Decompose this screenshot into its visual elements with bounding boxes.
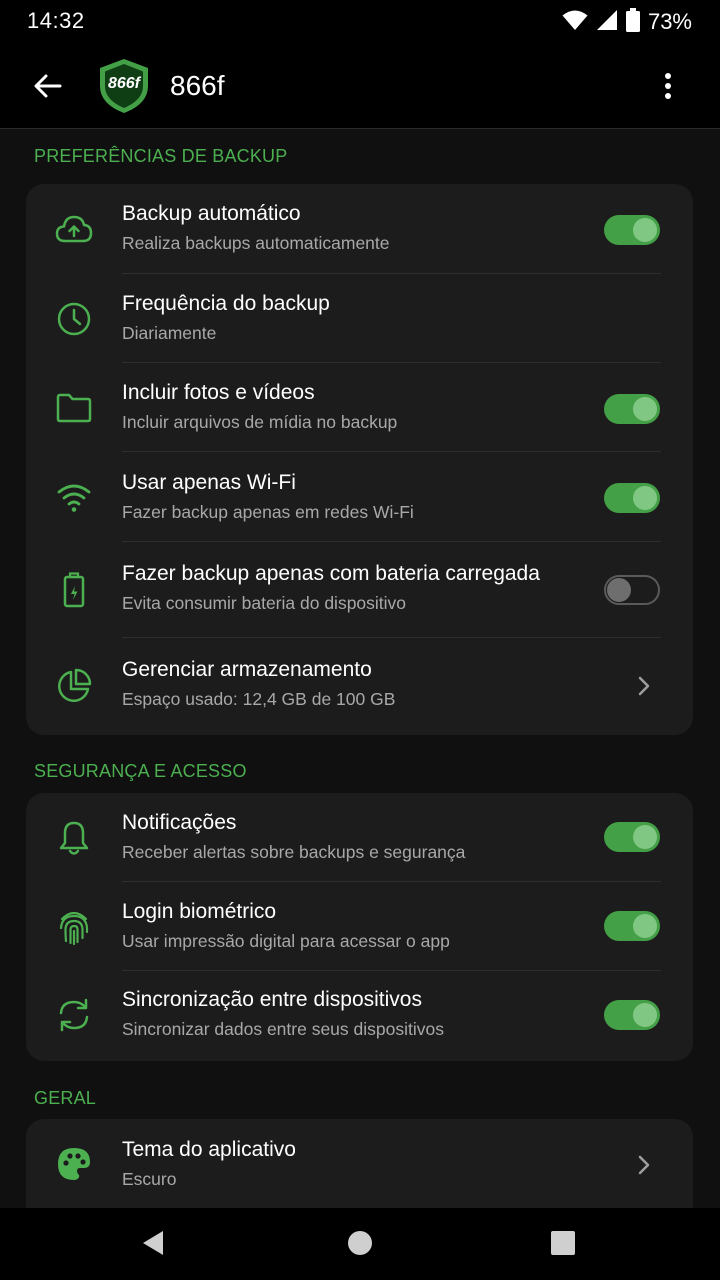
section-header-backup: PREFERÊNCIAS DE BACKUP bbox=[34, 146, 288, 166]
battery-charged-toggle[interactable] bbox=[604, 575, 660, 605]
more-vert-icon bbox=[664, 72, 672, 105]
setting-subtitle: Receber alertas sobre backups e seguranç… bbox=[122, 842, 466, 862]
nav-recents-button[interactable] bbox=[548, 1230, 578, 1260]
recents-square-icon bbox=[550, 1230, 576, 1261]
device-sync-toggle[interactable] bbox=[604, 1000, 660, 1030]
clock-icon bbox=[54, 299, 94, 339]
setting-title: Sincronização entre dispositivos bbox=[122, 988, 422, 1011]
sync-icon bbox=[54, 995, 94, 1035]
pie-chart-icon bbox=[54, 666, 94, 706]
setting-app-theme[interactable]: Tema do aplicativo Escuro bbox=[26, 1119, 693, 1209]
palette-icon bbox=[54, 1144, 94, 1184]
setting-auto-backup[interactable]: Backup automático Realiza backups automa… bbox=[26, 184, 693, 274]
nav-back-button[interactable] bbox=[138, 1230, 168, 1260]
setting-subtitle: Escuro bbox=[122, 1169, 177, 1189]
battery-percent: 73% bbox=[647, 9, 692, 34]
folder-icon bbox=[54, 388, 94, 428]
setting-subtitle: Sincronizar dados entre seus dispositivo… bbox=[122, 1019, 444, 1039]
notifications-toggle[interactable] bbox=[604, 822, 660, 852]
toggle-knob bbox=[607, 578, 631, 602]
setting-subtitle: Incluir arquivos de mídia no backup bbox=[122, 412, 398, 432]
status-bar: 14:32 73% bbox=[0, 0, 720, 44]
setting-wifi-only[interactable]: Usar apenas Wi-Fi Fazer backup apenas em… bbox=[26, 452, 693, 542]
battery-charging-icon bbox=[54, 570, 94, 610]
logo-text: 866f bbox=[107, 75, 141, 92]
setting-title: Fazer backup apenas com bateria carregad… bbox=[122, 562, 540, 585]
section-header-general: GERAL bbox=[34, 1088, 97, 1108]
biometric-login-toggle[interactable] bbox=[604, 911, 660, 941]
signal-icon bbox=[596, 9, 618, 36]
more-options-button[interactable] bbox=[654, 70, 682, 106]
setting-title: Backup automático bbox=[122, 202, 301, 225]
toggle-knob bbox=[633, 914, 657, 938]
auto-backup-toggle[interactable] bbox=[604, 215, 660, 245]
bell-icon bbox=[54, 818, 94, 858]
navigation-bar bbox=[0, 1208, 720, 1280]
setting-subtitle: Usar impressão digital para acessar o ap… bbox=[122, 931, 450, 951]
setting-notifications[interactable]: Notificações Receber alertas sobre backu… bbox=[26, 793, 693, 882]
settings-screen: 14:32 73% 866f 866f PREFERÊNCIAS DE BACK… bbox=[0, 0, 720, 1280]
setting-device-sync[interactable]: Sincronização entre dispositivos Sincron… bbox=[26, 971, 693, 1061]
setting-include-media[interactable]: Incluir fotos e vídeos Incluir arquivos … bbox=[26, 363, 693, 452]
setting-backup-frequency[interactable]: Frequência do backup Diariamente bbox=[26, 274, 693, 363]
toggle-knob bbox=[633, 486, 657, 510]
setting-subtitle: Espaço usado: 12,4 GB de 100 GB bbox=[122, 689, 396, 709]
nav-home-button[interactable] bbox=[345, 1230, 375, 1260]
wifi-icon bbox=[54, 477, 94, 517]
back-arrow-icon bbox=[34, 74, 62, 103]
setting-title: Incluir fotos e vídeos bbox=[122, 381, 315, 404]
setting-subtitle: Realiza backups automaticamente bbox=[122, 233, 390, 253]
setting-subtitle: Diariamente bbox=[122, 323, 217, 343]
status-time: 14:32 bbox=[27, 8, 85, 33]
card-security-access: Notificações Receber alertas sobre backu… bbox=[26, 793, 693, 1061]
toggle-knob bbox=[633, 825, 657, 849]
setting-title: Notificações bbox=[122, 811, 237, 834]
card-backup-preferences: Backup automático Realiza backups automa… bbox=[26, 184, 693, 735]
app-logo: 866f bbox=[98, 58, 150, 114]
setting-title: Frequência do backup bbox=[122, 292, 330, 315]
home-circle-icon bbox=[347, 1230, 373, 1261]
setting-subtitle: Fazer backup apenas em redes Wi-Fi bbox=[122, 502, 414, 522]
wifi-only-toggle[interactable] bbox=[604, 483, 660, 513]
setting-subtitle: Evita consumir bateria do dispositivo bbox=[122, 593, 407, 613]
section-header-security: SEGURANÇA E ACESSO bbox=[34, 761, 247, 781]
app-bar: 866f 866f bbox=[0, 44, 720, 129]
page-title: 866f bbox=[170, 70, 225, 101]
setting-title: Tema do aplicativo bbox=[122, 1138, 296, 1161]
setting-title: Login biométrico bbox=[122, 900, 277, 923]
chevron-right-icon bbox=[632, 1151, 656, 1179]
back-button[interactable] bbox=[26, 66, 70, 110]
fingerprint-icon bbox=[54, 907, 94, 947]
status-icons: 73% bbox=[562, 7, 692, 37]
toggle-knob bbox=[633, 218, 657, 242]
setting-title: Gerenciar armazenamento bbox=[122, 658, 372, 681]
toggle-knob bbox=[633, 1003, 657, 1027]
chevron-right-icon bbox=[632, 672, 656, 700]
back-triangle-icon bbox=[141, 1230, 165, 1261]
setting-biometric-login[interactable]: Login biométrico Usar impressão digital … bbox=[26, 882, 693, 971]
setting-battery-charged[interactable]: Fazer backup apenas com bateria carregad… bbox=[26, 542, 693, 638]
battery-icon bbox=[625, 7, 640, 37]
include-media-toggle[interactable] bbox=[604, 394, 660, 424]
cloud-upload-icon bbox=[54, 209, 94, 249]
setting-title: Usar apenas Wi-Fi bbox=[122, 471, 296, 494]
toggle-knob bbox=[633, 397, 657, 421]
wifi-icon bbox=[562, 9, 588, 36]
setting-manage-storage[interactable]: Gerenciar armazenamento Espaço usado: 12… bbox=[26, 638, 693, 735]
